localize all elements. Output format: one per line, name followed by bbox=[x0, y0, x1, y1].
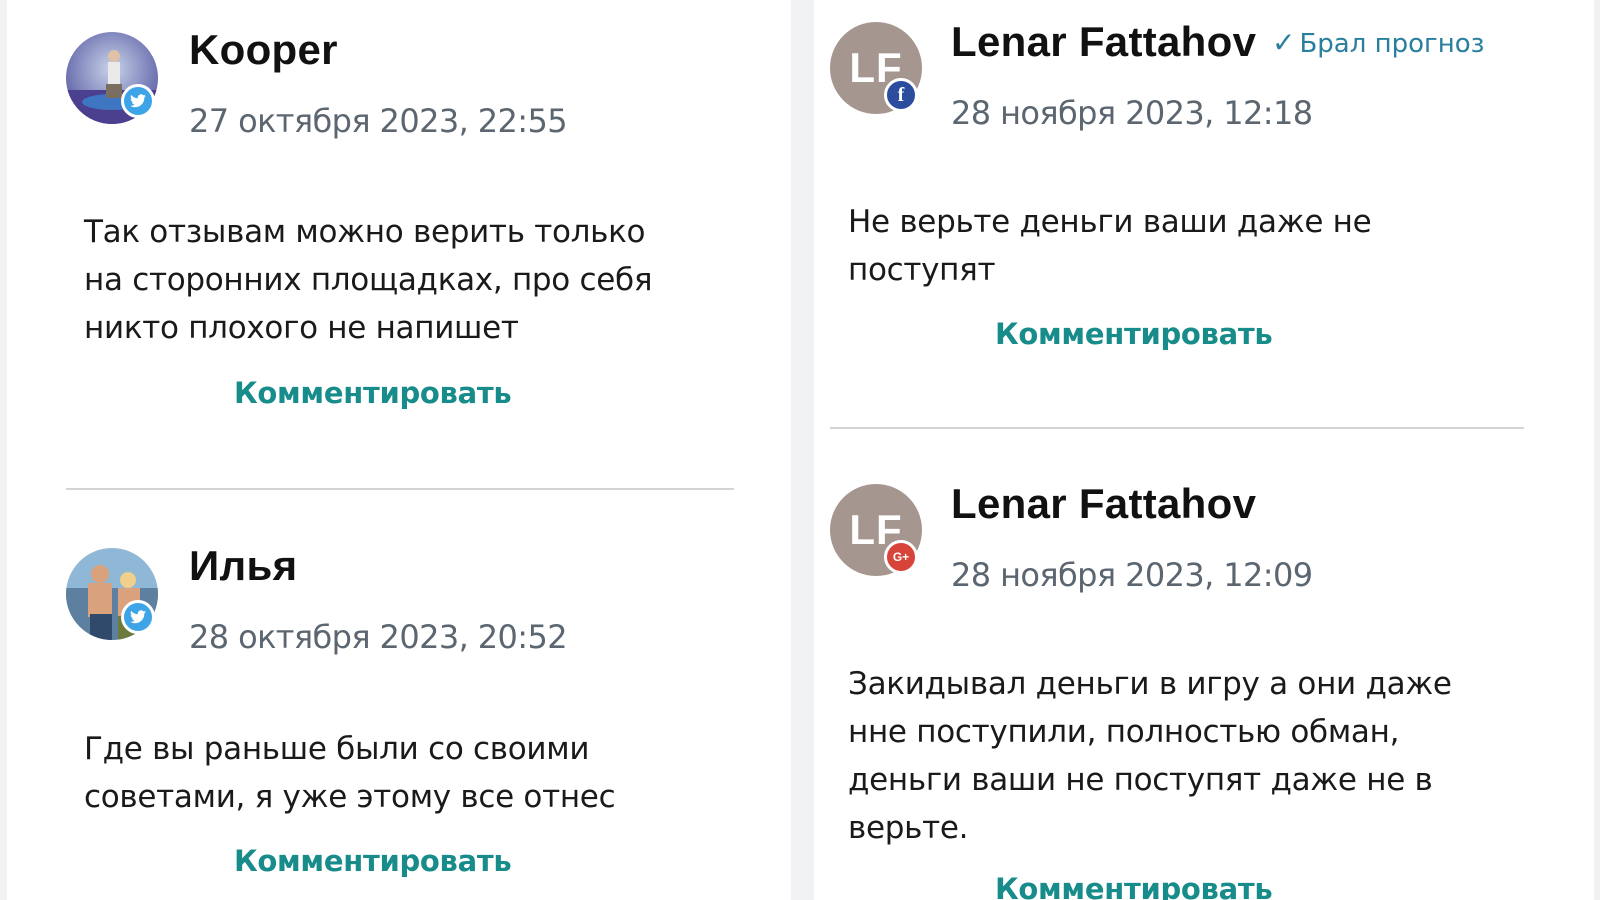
comment-date: 28 октября 2023, 20:52 bbox=[189, 618, 568, 656]
comment-author[interactable]: Илья bbox=[189, 542, 297, 590]
comment-text-line: Закидывал деньги в игру а они даже bbox=[848, 666, 1452, 702]
comment-text-line: никто плохого не напишет bbox=[84, 310, 519, 346]
comments-column-left: Kooper 27 октября 2023, 22:55 Так отзыва… bbox=[7, 0, 791, 900]
verified-badge: ✓ Брал прогноз bbox=[1272, 26, 1484, 59]
google-plus-icon: G+ bbox=[884, 540, 918, 574]
facebook-icon: f bbox=[884, 78, 918, 112]
comment-text-line: Где вы раньше были со своими bbox=[84, 731, 590, 767]
verified-label: Брал прогноз bbox=[1299, 29, 1485, 59]
comment-text-line: нне поступили, полностью обман, bbox=[848, 714, 1400, 750]
comment-reply-button[interactable]: Комментировать bbox=[995, 872, 1273, 900]
comment-text: Где вы раньше были со своими советами, я… bbox=[84, 725, 616, 821]
comment-kooper: Kooper 27 октября 2023, 22:55 Так отзыва… bbox=[7, 0, 791, 490]
comment-text-line: Так отзывам можно верить только bbox=[84, 214, 646, 250]
comment-date: 28 ноября 2023, 12:09 bbox=[951, 556, 1313, 594]
comment-text: Не верьте деньги ваши даже не поступят bbox=[848, 198, 1372, 294]
comment-lenar-2: LF G+ Lenar Fattahov 28 ноября 2023, 12:… bbox=[814, 430, 1594, 900]
comment-text: Так отзывам можно верить только на сторо… bbox=[84, 208, 653, 352]
comment-divider bbox=[830, 427, 1524, 429]
comment-ilya: Илья 28 октября 2023, 20:52 Где вы раньш… bbox=[7, 490, 791, 900]
comment-author[interactable]: Lenar Fattahov bbox=[951, 480, 1256, 528]
comments-column-right: LF f Lenar Fattahov ✓ Брал прогноз 28 ноя… bbox=[814, 0, 1594, 900]
comment-lenar-1: LF f Lenar Fattahov ✓ Брал прогноз 28 ноя… bbox=[814, 0, 1594, 430]
comment-date: 28 ноября 2023, 12:18 bbox=[951, 94, 1313, 132]
comment-date: 27 октября 2023, 22:55 bbox=[189, 102, 568, 140]
comment-reply-button[interactable]: Комментировать bbox=[234, 844, 512, 878]
comment-reply-button[interactable]: Комментировать bbox=[995, 317, 1273, 351]
comment-text: Закидывал деньги в игру а они даже нне п… bbox=[848, 660, 1452, 852]
comment-text-line: верьте. bbox=[848, 810, 969, 846]
comment-reply-button[interactable]: Комментировать bbox=[234, 376, 512, 410]
checkmark-icon: ✓ bbox=[1272, 26, 1296, 59]
comment-text-line: советами, я уже этому все отнес bbox=[84, 779, 616, 815]
comment-author[interactable]: Kooper bbox=[189, 26, 338, 74]
twitter-icon bbox=[121, 84, 155, 118]
comment-text-line: поступят bbox=[848, 252, 996, 288]
comment-author[interactable]: Lenar Fattahov bbox=[951, 18, 1256, 66]
twitter-icon bbox=[121, 600, 155, 634]
comment-text-line: деньги ваши не поступят даже не в bbox=[848, 762, 1433, 798]
comment-text-line: Не верьте деньги ваши даже не bbox=[848, 204, 1372, 240]
comment-text-line: на сторонних площадках, про себя bbox=[84, 262, 653, 298]
